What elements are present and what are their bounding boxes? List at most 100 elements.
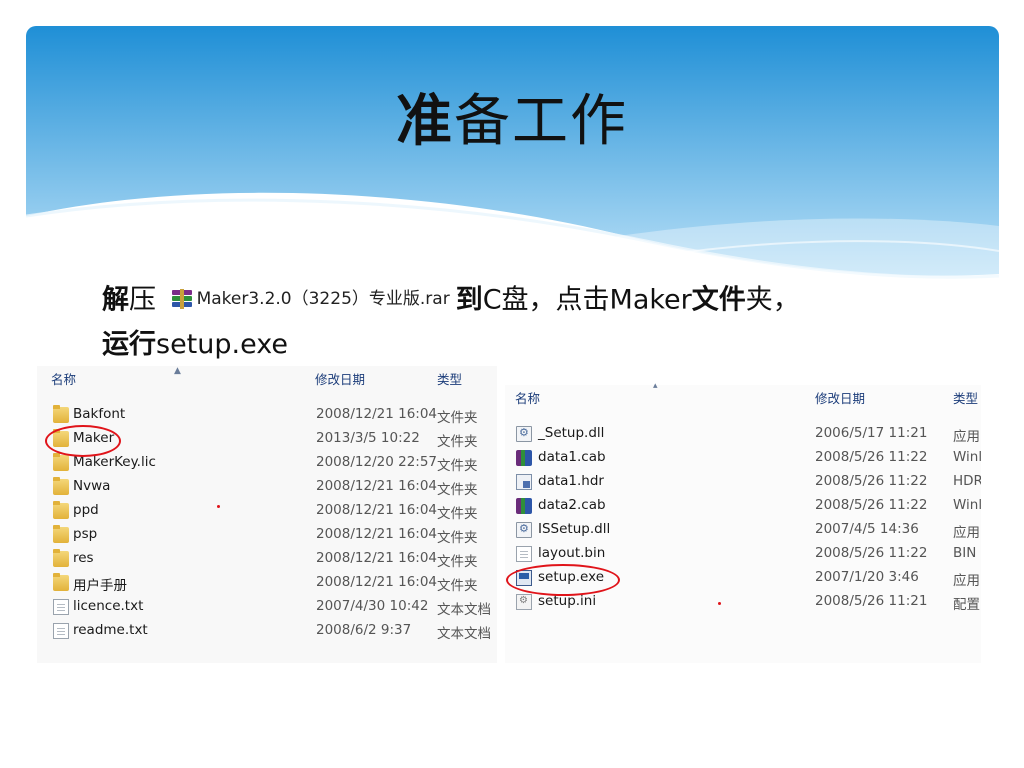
- cab-archive-icon: [516, 450, 532, 466]
- file-type: 文件夹: [437, 530, 478, 546]
- file-row[interactable]: res 2008/12/21 16:04 文件夹: [37, 547, 497, 571]
- instruction-part-5: 文件: [691, 284, 746, 316]
- folder-icon: [53, 525, 69, 543]
- sort-ascending-icon: ▴: [653, 381, 658, 391]
- file-name: data1.hdr: [538, 473, 604, 489]
- ini-file-icon: [516, 594, 532, 610]
- file-type: 文件夹: [437, 506, 478, 522]
- file-type: 文本文档: [437, 626, 491, 642]
- text-file-icon: [53, 599, 69, 615]
- file-type: 文件夹: [437, 482, 478, 498]
- file-name: ISSetup.dll: [538, 521, 611, 537]
- file-modified-date: 2007/4/30 10:42: [316, 598, 429, 614]
- rar-file-chip: Maker3.2.0（3225）专业版.rar: [171, 278, 450, 320]
- slide-title: 准备工作: [0, 76, 1024, 157]
- file-name: res: [73, 550, 94, 566]
- file-row[interactable]: psp 2008/12/21 16:04 文件夹: [37, 523, 497, 547]
- instruction-line2-rest: setup.exe: [156, 329, 288, 360]
- file-row[interactable]: _Setup.dll 2006/5/17 11:21 应用: [505, 422, 981, 446]
- file-modified-date: 2008/12/21 16:04: [316, 526, 438, 542]
- red-marker-dot: [217, 505, 220, 508]
- folder-icon: [53, 549, 69, 567]
- file-modified-date: 2008/12/21 16:04: [316, 550, 438, 566]
- column-header-name[interactable]: 名称: [515, 385, 540, 413]
- file-type: HDR: [953, 473, 981, 489]
- file-name: 用户手册: [73, 578, 127, 594]
- cab-archive-icon: [516, 498, 532, 514]
- file-row[interactable]: 用户手册 2008/12/21 16:04 文件夹: [37, 571, 497, 595]
- column-header-type[interactable]: 类型: [953, 385, 978, 413]
- file-type: BIN: [953, 545, 977, 561]
- column-header-name[interactable]: 名称: [51, 366, 76, 394]
- file-modified-date: 2007/4/5 14:36: [815, 521, 919, 537]
- file-row[interactable]: Nvwa 2008/12/21 16:04 文件夹: [37, 475, 497, 499]
- instruction-part-1: 解: [102, 284, 129, 316]
- file-row[interactable]: data1.hdr 2008/5/26 11:22 HDR: [505, 470, 981, 494]
- file-type: 文件夹: [437, 458, 478, 474]
- file-modified-date: 2008/12/21 16:04: [316, 574, 438, 590]
- file-type: 配置: [953, 597, 980, 613]
- file-name: Bakfont: [73, 406, 126, 422]
- instruction-part-4: C盘，点击Maker: [482, 284, 692, 316]
- file-modified-date: 2006/5/17 11:21: [815, 425, 928, 441]
- file-row[interactable]: ppd 2008/12/21 16:04 文件夹: [37, 499, 497, 523]
- text-file-icon: [53, 623, 69, 639]
- sort-ascending-icon: ▲: [174, 366, 181, 376]
- file-modified-date: 2008/5/26 11:22: [815, 473, 928, 489]
- file-name: data1.cab: [538, 449, 606, 465]
- slide-title-bold: 准: [396, 89, 454, 154]
- file-name: layout.bin: [538, 545, 606, 561]
- column-header-date[interactable]: 修改日期: [315, 366, 365, 394]
- file-row[interactable]: data1.cab 2008/5/26 11:22 Winl: [505, 446, 981, 470]
- file-type: 文件夹: [437, 578, 478, 594]
- file-row[interactable]: licence.txt 2007/4/30 10:42 文本文档: [37, 595, 497, 619]
- file-name: ppd: [73, 502, 99, 518]
- file-type: Winl: [953, 497, 981, 513]
- hdr-file-icon: [516, 474, 532, 490]
- file-name: _Setup.dll: [538, 425, 605, 441]
- file-name: data2.cab: [538, 497, 606, 513]
- explorer-file-list-right: 名称 ▴ 修改日期 类型 _Setup.dll 2006/5/17 11:21 应用…: [505, 381, 981, 663]
- file-modified-date: 2008/5/26 11:21: [815, 593, 928, 609]
- dll-file-icon: [516, 426, 532, 442]
- bin-file-icon: [516, 546, 532, 562]
- explorer-file-list-left: 名称 ▲ 修改日期 类型 Bakfont 2008/12/21 16:04 文件夹 M…: [37, 366, 497, 663]
- file-modified-date: 2008/5/26 11:22: [815, 545, 928, 561]
- highlight-circle-maker: [45, 425, 121, 457]
- file-modified-date: 2008/12/21 16:04: [316, 406, 438, 422]
- file-type: 应用: [953, 525, 980, 541]
- file-row[interactable]: MakerKey.lic 2008/12/20 22:57 文件夹: [37, 451, 497, 475]
- instruction-line2-bold: 运行: [102, 329, 156, 360]
- file-row[interactable]: Bakfont 2008/12/21 16:04 文件夹: [37, 403, 497, 427]
- slide-title-rest: 备工作: [454, 89, 628, 154]
- file-type: 文件夹: [437, 410, 478, 426]
- dll-file-icon: [516, 522, 532, 538]
- column-header-type[interactable]: 类型: [437, 366, 462, 394]
- file-row[interactable]: layout.bin 2008/5/26 11:22 BIN: [505, 542, 981, 566]
- folder-icon: [53, 573, 69, 591]
- file-row[interactable]: readme.txt 2008/6/2 9:37 文本文档: [37, 619, 497, 643]
- instruction-part-3: 到: [455, 284, 483, 316]
- file-modified-date: 2008/5/26 11:22: [815, 449, 928, 465]
- instruction-part-6: 夹，: [745, 284, 800, 316]
- file-modified-date: 2008/5/26 11:22: [815, 497, 928, 513]
- file-type: 应用: [953, 429, 980, 445]
- file-type: 文本文档: [437, 602, 491, 618]
- winrar-archive-icon: [171, 289, 192, 309]
- instruction-part-2: 压: [129, 284, 156, 316]
- file-modified-date: 2007/1/20 3:46: [815, 569, 919, 585]
- rar-filename: Maker3.2.0（3225）专业版.rar: [196, 289, 450, 309]
- file-row[interactable]: data2.cab 2008/5/26 11:22 Winl: [505, 494, 981, 518]
- file-modified-date: 2008/12/21 16:04: [316, 502, 438, 518]
- file-modified-date: 2008/6/2 9:37: [316, 622, 412, 638]
- file-row[interactable]: ISSetup.dll 2007/4/5 14:36 应用: [505, 518, 981, 542]
- file-type: 文件夹: [437, 554, 478, 570]
- instruction-text: 解压 Maker3.2.0（3225）专业版.rar 到C盘，点击Maker文件…: [102, 278, 922, 366]
- file-name: licence.txt: [73, 598, 144, 614]
- file-name: Nvwa: [73, 478, 111, 494]
- file-modified-date: 2013/3/5 10:22: [316, 430, 420, 446]
- folder-icon: [53, 501, 69, 519]
- column-header-date[interactable]: 修改日期: [815, 385, 865, 413]
- folder-icon: [53, 453, 69, 471]
- file-modified-date: 2008/12/21 16:04: [316, 478, 438, 494]
